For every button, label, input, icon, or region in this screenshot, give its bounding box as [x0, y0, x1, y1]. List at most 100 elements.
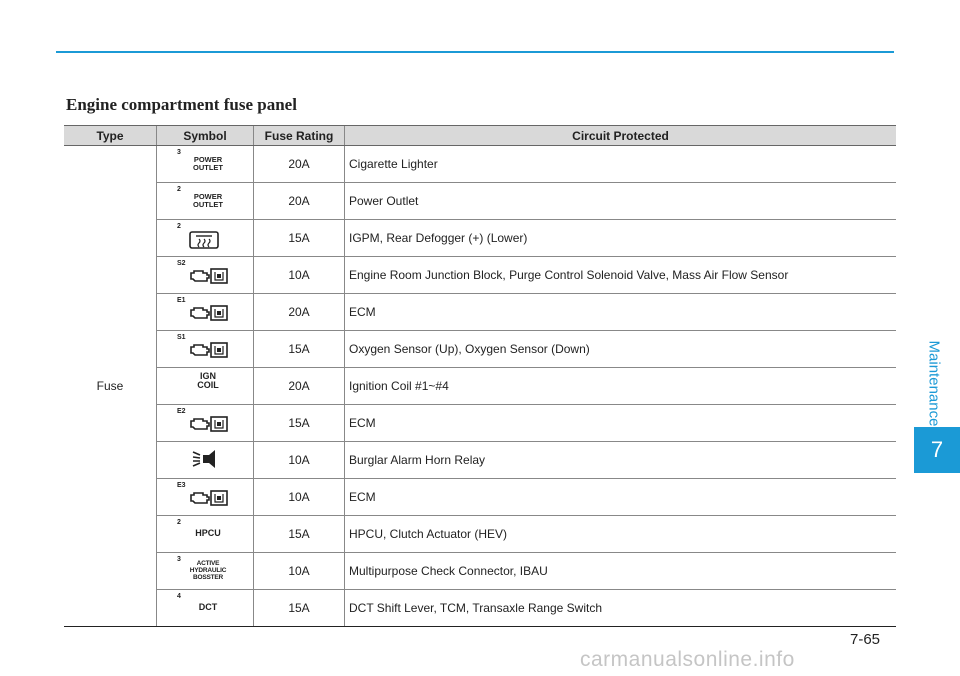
- circuit-protected: HPCU, Clutch Actuator (HEV): [344, 515, 896, 553]
- fuse-rating: 15A: [253, 404, 345, 442]
- engine-ecu-icon: [189, 415, 233, 435]
- fuse-rating: 15A: [253, 515, 345, 553]
- symbol-label-line: HPCU: [195, 527, 221, 538]
- fuse-rating: 10A: [253, 256, 345, 294]
- fuse-symbol: 4 DCT: [175, 591, 235, 623]
- header-symbol: Symbol: [156, 125, 254, 146]
- circuit-protected: Burglar Alarm Horn Relay: [344, 441, 896, 479]
- symbol-cell: E1: [156, 293, 254, 331]
- side-section-label-text: Maintenance: [925, 340, 943, 426]
- symbol-cell: E2: [156, 404, 254, 442]
- table-row: E2 15A ECM: [64, 404, 896, 442]
- engine-ecu-icon: [189, 489, 233, 509]
- symbol-index: S1: [177, 333, 186, 341]
- circuit-protected: ECM: [344, 293, 896, 331]
- symbol-cell: S2: [156, 256, 254, 294]
- symbol-label: ACTIVE HYDRAULIC BOSSTER: [181, 560, 235, 581]
- table-row: 2 15A IGPM, Rear Defogger (+) (Lower): [64, 219, 896, 257]
- fuse-rating: 10A: [253, 441, 345, 479]
- symbol-cell: S1: [156, 330, 254, 368]
- circuit-protected: ECM: [344, 478, 896, 516]
- engine-ecu-icon: [189, 267, 233, 287]
- table-row: E1 20A ECM: [64, 293, 896, 331]
- fuse-rating: 15A: [253, 219, 345, 257]
- page-number: 7-65: [850, 631, 881, 648]
- circuit-protected: Power Outlet: [344, 182, 896, 220]
- fuse-rating: 15A: [253, 589, 345, 627]
- fuse-symbol: 2 HPCU: [175, 517, 235, 549]
- symbol-index: 3: [177, 148, 181, 156]
- circuit-protected: DCT Shift Lever, TCM, Transaxle Range Sw…: [344, 589, 896, 627]
- symbol-index: 2: [177, 222, 181, 230]
- fuse-symbol: S1: [175, 332, 235, 364]
- fuse-rating: 20A: [253, 367, 345, 405]
- table-row: 3 ACTIVE HYDRAULIC BOSSTER 10A Multipurpose C…: [64, 552, 896, 590]
- symbol-cell: 3 ACTIVE HYDRAULIC BOSSTER: [156, 552, 254, 590]
- symbol-label-line: DCT: [198, 601, 218, 612]
- circuit-protected: Cigarette Lighter: [344, 145, 896, 183]
- symbol-label: POWER OUTLET: [181, 192, 235, 209]
- table-row: S1 15A Oxygen Sensor (Up), Oxygen Sensor (…: [64, 330, 896, 368]
- circuit-protected: Engine Room Junction Block, Purge Contro…: [344, 256, 896, 294]
- fuse-symbol: 2 POWER OUTLET: [175, 184, 235, 216]
- symbol-label-line: ACTIVE: [196, 559, 220, 567]
- fuse-rating: 20A: [253, 145, 345, 183]
- symbol-label-line: BOSSTER: [192, 573, 224, 581]
- table-row: 2 POWER OUTLET 20A Power Outlet: [64, 182, 896, 220]
- table-row: 10A Burglar Alarm Horn Relay: [64, 441, 896, 479]
- fuse-rating: 10A: [253, 478, 345, 516]
- symbol-label-line: COIL: [197, 379, 219, 390]
- section-title: Engine compartment fuse panel: [66, 95, 297, 114]
- engine-ecu-icon: [189, 341, 233, 361]
- top-rule: [56, 51, 894, 53]
- fuse-table: Type Symbol Fuse Rating Circuit Protecte…: [64, 125, 896, 627]
- fuse-symbol: 3 ACTIVE HYDRAULIC BOSSTER: [175, 554, 235, 586]
- symbol-cell: 2 POWER OUTLET: [156, 182, 254, 220]
- table-body: Fuse 3 POWER OUTLET 20A Cigarette Lighter 2 POW…: [64, 145, 896, 627]
- header-type: Type: [64, 125, 157, 146]
- fuse-symbol: S2: [175, 258, 235, 290]
- table-row: 4 DCT 15A DCT Shift Lever, TCM, Transaxle R…: [64, 589, 896, 627]
- table-row: E3 10A ECM: [64, 478, 896, 516]
- fuse-rating: 20A: [253, 182, 345, 220]
- symbol-index: 4: [177, 592, 181, 600]
- engine-ecu-icon: [189, 304, 233, 324]
- symbol-label: IGN COIL: [181, 371, 235, 390]
- fuse-type-cell: Fuse: [64, 145, 157, 627]
- fuse-rating: 20A: [253, 293, 345, 331]
- symbol-index: E2: [177, 407, 186, 415]
- fuse-symbol: 2: [175, 221, 235, 253]
- circuit-protected: Ignition Coil #1~#4: [344, 367, 896, 405]
- rear-defogger-icon: [189, 230, 219, 252]
- symbol-label: HPCU: [181, 527, 235, 538]
- symbol-cell: 3 POWER OUTLET: [156, 145, 254, 183]
- fuse-symbol: 3 POWER OUTLET: [175, 147, 235, 179]
- symbol-cell: 4 DCT: [156, 589, 254, 627]
- fuse-rating: 10A: [253, 552, 345, 590]
- symbol-cell: 2 HPCU: [156, 515, 254, 553]
- circuit-protected: IGPM, Rear Defogger (+) (Lower): [344, 219, 896, 257]
- table-row: 2 HPCU 15A HPCU, Clutch Actuator (HEV): [64, 515, 896, 553]
- symbol-label-line: HYDRAULIC: [189, 566, 227, 574]
- circuit-protected: Multipurpose Check Connector, IBAU: [344, 552, 896, 590]
- symbol-label-line: OUTLET: [193, 162, 223, 172]
- table-row: S2 10A Engine Room Junction Block, Purge C…: [64, 256, 896, 294]
- fuse-symbol: [175, 443, 235, 475]
- symbol-index: 2: [177, 518, 181, 526]
- fuse-rating: 15A: [253, 330, 345, 368]
- table-row: Fuse 3 POWER OUTLET 20A Cigarette Lighter: [64, 145, 896, 627]
- fuse-symbol: IGN COIL: [175, 369, 235, 401]
- symbol-index: S2: [177, 259, 186, 267]
- fuse-symbol: E2: [175, 406, 235, 438]
- chapter-tab: 7: [914, 427, 960, 473]
- symbol-index: E1: [177, 296, 186, 304]
- header-fuse-rating: Fuse Rating: [253, 125, 345, 146]
- side-section-label: Maintenance: [916, 340, 952, 426]
- symbol-cell: IGN COIL: [156, 367, 254, 405]
- circuit-protected: ECM: [344, 404, 896, 442]
- header-circuit-protected: Circuit Protected: [344, 125, 896, 146]
- symbol-index: 2: [177, 185, 181, 193]
- fuse-symbol: E1: [175, 295, 235, 327]
- watermark: carmanualsonline.info: [580, 648, 795, 671]
- symbol-label: DCT: [181, 601, 235, 612]
